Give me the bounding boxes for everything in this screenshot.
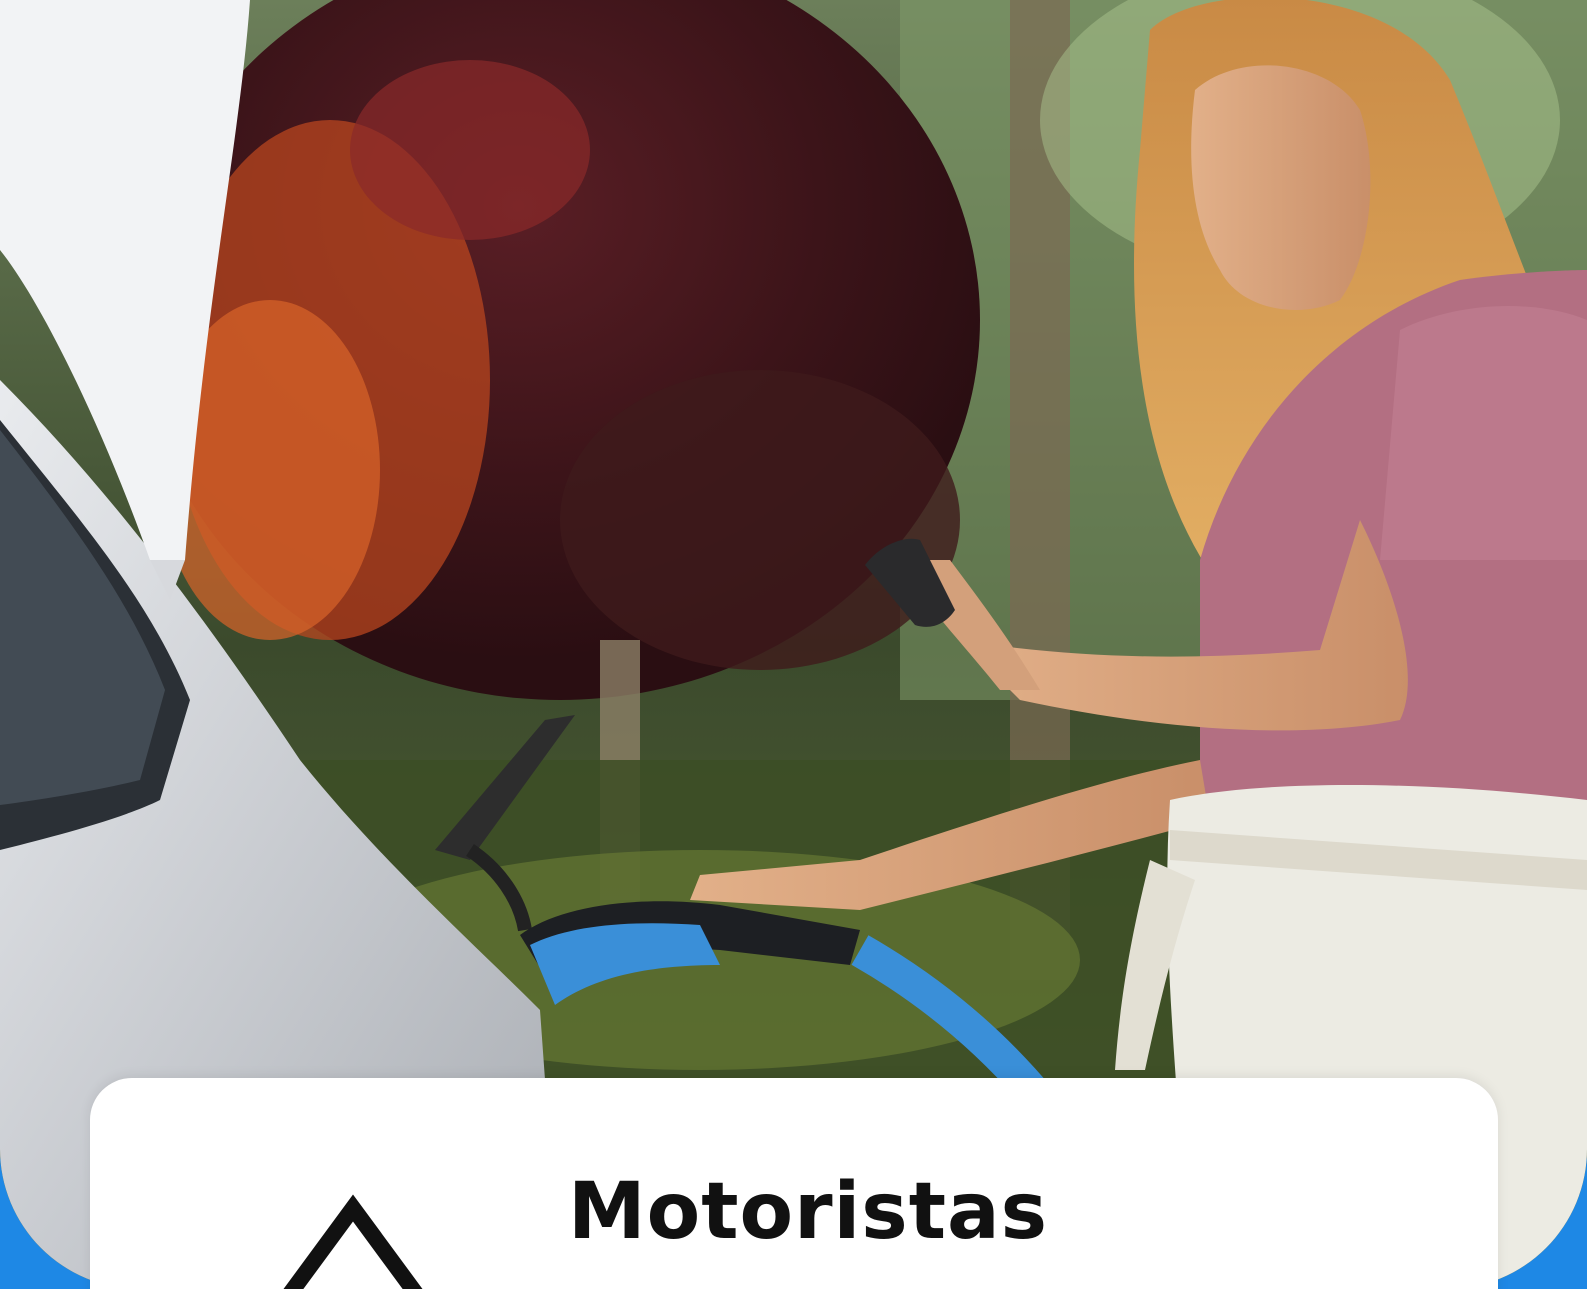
chevron-logo-icon: [283, 1194, 423, 1289]
promo-canvas: Motoristas: [0, 0, 1587, 1289]
caption-card: Motoristas: [90, 1078, 1498, 1289]
card-title: Motoristas: [568, 1167, 1049, 1257]
